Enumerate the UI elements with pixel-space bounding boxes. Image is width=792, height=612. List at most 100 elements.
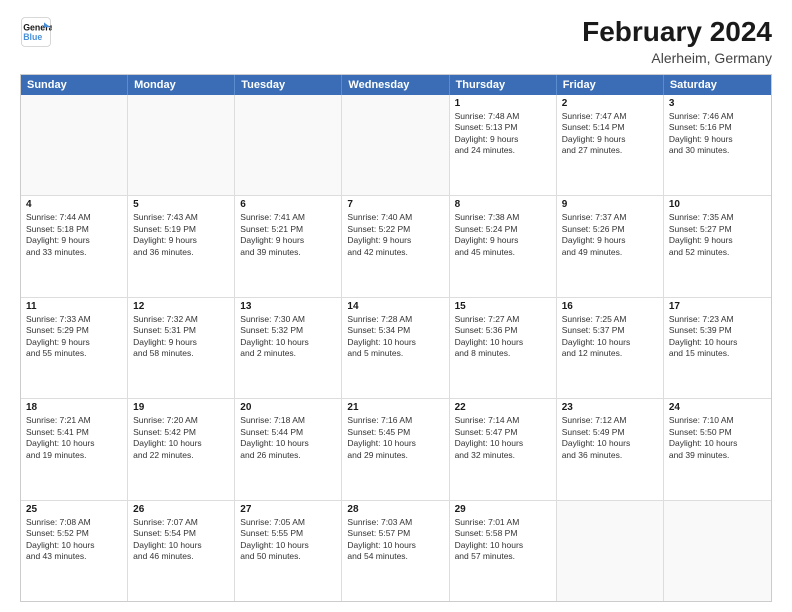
- empty-cell: [557, 501, 664, 601]
- day-6: 6 Sunrise: 7:41 AM Sunset: 5:21 PM Daylig…: [235, 196, 342, 296]
- day-11: 11 Sunrise: 7:33 AM Sunset: 5:29 PM Dayli…: [21, 298, 128, 398]
- empty-cell: [128, 95, 235, 195]
- calendar-body: 1Sunrise: 7:48 AM Sunset: 5:13 PM Daylig…: [21, 95, 771, 601]
- day-number: 6: [240, 199, 336, 210]
- day-28: 28Sunrise: 7:03 AM Sunset: 5:57 PM Dayli…: [342, 501, 449, 601]
- header: General Blue February 2024 Alerheim, Ger…: [20, 16, 772, 66]
- day-info: Sunrise: 7:35 AM Sunset: 5:27 PM Dayligh…: [669, 212, 766, 258]
- day-18: 18Sunrise: 7:21 AM Sunset: 5:41 PM Dayli…: [21, 399, 128, 499]
- day-info: Sunrise: 7:03 AM Sunset: 5:57 PM Dayligh…: [347, 517, 443, 563]
- week-row-5: 25 Sunrise: 7:08 AM Sunset: 5:52 PM Dayli…: [21, 501, 771, 601]
- day-number: 18: [26, 402, 122, 413]
- calendar: SundayMondayTuesdayWednesdayThursdayFrid…: [20, 74, 772, 602]
- day-info: Sunrise: 7:23 AM Sunset: 5:39 PM Dayligh…: [669, 314, 766, 360]
- day-17: 17 Sunrise: 7:23 AM Sunset: 5:39 PM Dayli…: [664, 298, 771, 398]
- day-number: 19: [133, 402, 229, 413]
- header-day-tuesday: Tuesday: [235, 75, 342, 95]
- page: General Blue February 2024 Alerheim, Ger…: [0, 0, 792, 612]
- day-14: 14Sunrise: 7:28 AM Sunset: 5:34 PM Dayli…: [342, 298, 449, 398]
- day-5: 5 Sunrise: 7:43 AM Sunset: 5:19 PM Daylig…: [128, 196, 235, 296]
- day-info: Sunrise: 7:01 AM Sunset: 5:58 PM Dayligh…: [455, 517, 551, 563]
- day-24: 24Sunrise: 7:10 AM Sunset: 5:50 PM Dayli…: [664, 399, 771, 499]
- day-29: 29 Sunrise: 7:01 AM Sunset: 5:58 PM Dayli…: [450, 501, 557, 601]
- day-number: 25: [26, 504, 122, 515]
- day-info: Sunrise: 7:37 AM Sunset: 5:26 PM Dayligh…: [562, 212, 658, 258]
- day-21: 21Sunrise: 7:16 AM Sunset: 5:45 PM Dayli…: [342, 399, 449, 499]
- day-number: 7: [347, 199, 443, 210]
- day-7: 7 Sunrise: 7:40 AM Sunset: 5:22 PM Daylig…: [342, 196, 449, 296]
- day-27: 27 Sunrise: 7:05 AM Sunset: 5:55 PM Dayli…: [235, 501, 342, 601]
- day-20: 20 Sunrise: 7:18 AM Sunset: 5:44 PM Dayli…: [235, 399, 342, 499]
- day-number: 12: [133, 301, 229, 312]
- day-info: Sunrise: 7:33 AM Sunset: 5:29 PM Dayligh…: [26, 314, 122, 360]
- title-block: February 2024 Alerheim, Germany: [582, 16, 772, 66]
- day-number: 26: [133, 504, 229, 515]
- day-info: Sunrise: 7:44 AM Sunset: 5:18 PM Dayligh…: [26, 212, 122, 258]
- day-info: Sunrise: 7:10 AM Sunset: 5:50 PM Dayligh…: [669, 415, 766, 461]
- header-day-saturday: Saturday: [664, 75, 771, 95]
- day-info: Sunrise: 7:30 AM Sunset: 5:32 PM Dayligh…: [240, 314, 336, 360]
- calendar-header: SundayMondayTuesdayWednesdayThursdayFrid…: [21, 75, 771, 95]
- day-info: Sunrise: 7:38 AM Sunset: 5:24 PM Dayligh…: [455, 212, 551, 258]
- day-number: 9: [562, 199, 658, 210]
- day-number: 8: [455, 199, 551, 210]
- day-4: 4 Sunrise: 7:44 AM Sunset: 5:18 PM Daylig…: [21, 196, 128, 296]
- day-info: Sunrise: 7:40 AM Sunset: 5:22 PM Dayligh…: [347, 212, 443, 258]
- day-15: 15Sunrise: 7:27 AM Sunset: 5:36 PM Dayli…: [450, 298, 557, 398]
- day-12: 12 Sunrise: 7:32 AM Sunset: 5:31 PM Dayli…: [128, 298, 235, 398]
- day-19: 19 Sunrise: 7:20 AM Sunset: 5:42 PM Dayli…: [128, 399, 235, 499]
- main-title: February 2024: [582, 16, 772, 48]
- day-9: 9 Sunrise: 7:37 AM Sunset: 5:26 PM Daylig…: [557, 196, 664, 296]
- day-info: Sunrise: 7:07 AM Sunset: 5:54 PM Dayligh…: [133, 517, 229, 563]
- day-number: 1: [455, 98, 551, 109]
- subtitle: Alerheim, Germany: [582, 50, 772, 66]
- logo-icon: General Blue: [20, 16, 52, 48]
- logo: General Blue: [20, 16, 56, 48]
- day-number: 4: [26, 199, 122, 210]
- day-info: Sunrise: 7:05 AM Sunset: 5:55 PM Dayligh…: [240, 517, 336, 563]
- header-day-thursday: Thursday: [450, 75, 557, 95]
- header-day-friday: Friday: [557, 75, 664, 95]
- day-number: 3: [669, 98, 766, 109]
- week-row-2: 4 Sunrise: 7:44 AM Sunset: 5:18 PM Daylig…: [21, 196, 771, 297]
- day-number: 21: [347, 402, 443, 413]
- day-3: 3Sunrise: 7:46 AM Sunset: 5:16 PM Daylig…: [664, 95, 771, 195]
- day-info: Sunrise: 7:41 AM Sunset: 5:21 PM Dayligh…: [240, 212, 336, 258]
- day-16: 16Sunrise: 7:25 AM Sunset: 5:37 PM Dayli…: [557, 298, 664, 398]
- day-number: 23: [562, 402, 658, 413]
- day-number: 10: [669, 199, 766, 210]
- day-info: Sunrise: 7:14 AM Sunset: 5:47 PM Dayligh…: [455, 415, 551, 461]
- svg-text:General: General: [23, 22, 52, 32]
- day-info: Sunrise: 7:32 AM Sunset: 5:31 PM Dayligh…: [133, 314, 229, 360]
- day-info: Sunrise: 7:27 AM Sunset: 5:36 PM Dayligh…: [455, 314, 551, 360]
- empty-cell: [235, 95, 342, 195]
- day-info: Sunrise: 7:18 AM Sunset: 5:44 PM Dayligh…: [240, 415, 336, 461]
- day-22: 22 Sunrise: 7:14 AM Sunset: 5:47 PM Dayli…: [450, 399, 557, 499]
- day-number: 5: [133, 199, 229, 210]
- day-number: 17: [669, 301, 766, 312]
- header-day-wednesday: Wednesday: [342, 75, 449, 95]
- day-info: Sunrise: 7:20 AM Sunset: 5:42 PM Dayligh…: [133, 415, 229, 461]
- day-13: 13Sunrise: 7:30 AM Sunset: 5:32 PM Dayli…: [235, 298, 342, 398]
- header-day-sunday: Sunday: [21, 75, 128, 95]
- week-row-3: 11 Sunrise: 7:33 AM Sunset: 5:29 PM Dayli…: [21, 298, 771, 399]
- empty-cell: [21, 95, 128, 195]
- day-number: 11: [26, 301, 122, 312]
- week-row-4: 18Sunrise: 7:21 AM Sunset: 5:41 PM Dayli…: [21, 399, 771, 500]
- day-26: 26 Sunrise: 7:07 AM Sunset: 5:54 PM Dayli…: [128, 501, 235, 601]
- empty-cell: [342, 95, 449, 195]
- day-info: Sunrise: 7:08 AM Sunset: 5:52 PM Dayligh…: [26, 517, 122, 563]
- day-1: 1Sunrise: 7:48 AM Sunset: 5:13 PM Daylig…: [450, 95, 557, 195]
- day-number: 20: [240, 402, 336, 413]
- day-number: 29: [455, 504, 551, 515]
- week-row-1: 1Sunrise: 7:48 AM Sunset: 5:13 PM Daylig…: [21, 95, 771, 196]
- day-info: Sunrise: 7:43 AM Sunset: 5:19 PM Dayligh…: [133, 212, 229, 258]
- svg-text:Blue: Blue: [23, 32, 42, 42]
- day-number: 27: [240, 504, 336, 515]
- day-8: 8 Sunrise: 7:38 AM Sunset: 5:24 PM Daylig…: [450, 196, 557, 296]
- day-info: Sunrise: 7:25 AM Sunset: 5:37 PM Dayligh…: [562, 314, 658, 360]
- day-number: 22: [455, 402, 551, 413]
- day-23: 23Sunrise: 7:12 AM Sunset: 5:49 PM Dayli…: [557, 399, 664, 499]
- day-25: 25 Sunrise: 7:08 AM Sunset: 5:52 PM Dayli…: [21, 501, 128, 601]
- day-info: Sunrise: 7:47 AM Sunset: 5:14 PM Dayligh…: [562, 111, 658, 157]
